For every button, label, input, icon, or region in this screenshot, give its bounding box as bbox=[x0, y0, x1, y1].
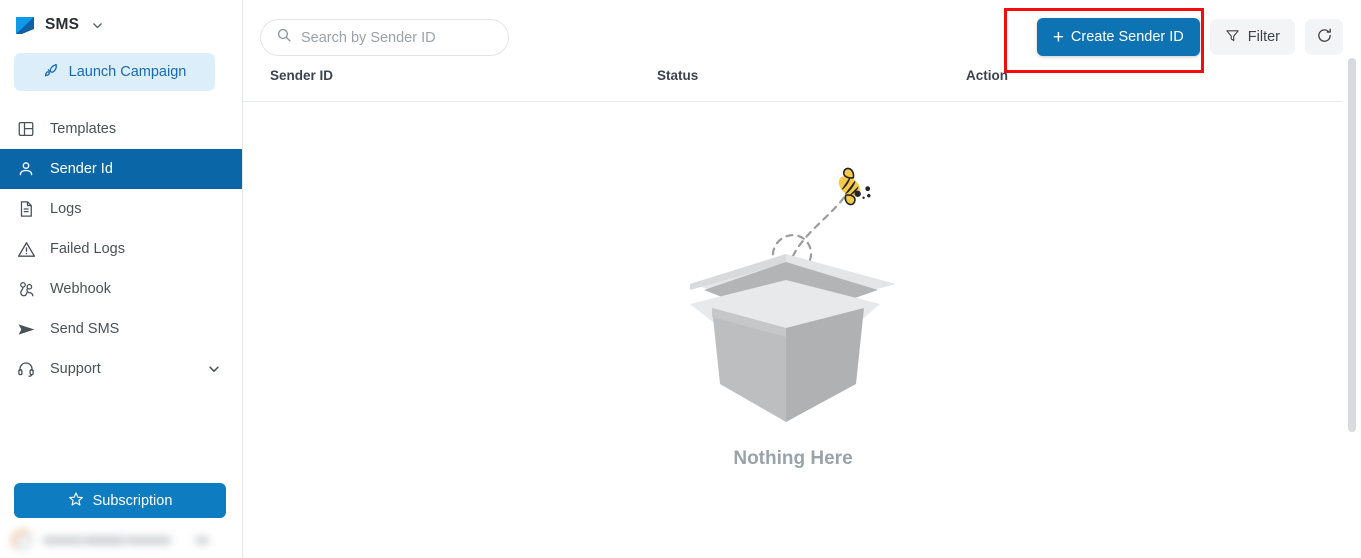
toolbar-actions: + Create Sender ID Filter bbox=[1036, 18, 1343, 56]
table-header-row: Sender ID Status Action bbox=[243, 68, 1343, 102]
sidebar-item-logs[interactable]: Logs bbox=[0, 189, 242, 229]
sidebar-item-send-sms[interactable]: Send SMS bbox=[0, 309, 242, 349]
chevron-down-icon[interactable] bbox=[91, 19, 104, 32]
alert-triangle-icon bbox=[16, 239, 36, 259]
subscription-container: Subscription bbox=[14, 483, 226, 518]
profile-meta-redacted bbox=[195, 535, 209, 545]
filter-label: Filter bbox=[1247, 29, 1280, 45]
search-container[interactable] bbox=[260, 19, 509, 56]
sidebar-item-label: Sender Id bbox=[50, 161, 113, 177]
avatar bbox=[12, 529, 33, 551]
user-profile-row[interactable] bbox=[0, 522, 243, 558]
empty-state: Nothing Here bbox=[243, 102, 1343, 540]
star-icon bbox=[68, 491, 84, 510]
chevron-down-icon[interactable] bbox=[207, 362, 221, 376]
user-icon bbox=[16, 159, 36, 179]
sms-console-window: SMS Launch Campaign Templates Sender Id … bbox=[0, 0, 1361, 558]
column-header-status: Status bbox=[657, 68, 699, 83]
launch-campaign-button[interactable]: Launch Campaign bbox=[14, 53, 215, 91]
launch-campaign-label: Launch Campaign bbox=[68, 64, 187, 80]
column-header-action: Action bbox=[966, 68, 1008, 83]
send-icon bbox=[16, 319, 36, 339]
launch-campaign-container: Launch Campaign bbox=[0, 53, 242, 91]
main-content: + Create Sender ID Filter bbox=[243, 0, 1361, 558]
sidebar-item-label: Logs bbox=[50, 201, 82, 217]
subscription-label: Subscription bbox=[92, 492, 173, 509]
column-header-sender-id: Sender ID bbox=[270, 68, 334, 83]
sidebar-item-webhook[interactable]: Webhook bbox=[0, 269, 242, 309]
headset-icon bbox=[16, 359, 36, 379]
create-sender-id-label: Create Sender ID bbox=[1070, 29, 1184, 45]
toolbar: + Create Sender ID Filter bbox=[243, 0, 1361, 68]
layout-template-icon bbox=[16, 119, 36, 139]
sidebar-item-sender-id[interactable]: Sender Id bbox=[0, 149, 242, 189]
rocket-icon bbox=[43, 62, 60, 82]
webhook-icon bbox=[16, 279, 36, 299]
refresh-button[interactable] bbox=[1305, 19, 1343, 55]
sidebar: SMS Launch Campaign Templates Sender Id … bbox=[0, 0, 243, 558]
profile-name-redacted bbox=[43, 535, 171, 545]
vertical-scrollbar-thumb[interactable] bbox=[1348, 58, 1356, 432]
sidebar-item-label: Templates bbox=[50, 121, 117, 137]
sidebar-item-templates[interactable]: Templates bbox=[0, 109, 242, 149]
search-icon bbox=[276, 27, 292, 48]
sidebar-nav: Templates Sender Id Logs Failed Logs Web… bbox=[0, 109, 242, 389]
filter-button[interactable]: Filter bbox=[1209, 19, 1295, 55]
create-sender-id-button[interactable]: + Create Sender ID bbox=[1036, 18, 1200, 56]
subscription-button[interactable]: Subscription bbox=[14, 483, 226, 518]
sidebar-item-support[interactable]: Support bbox=[0, 349, 242, 389]
sidebar-item-label: Failed Logs bbox=[50, 241, 125, 257]
empty-state-message: Nothing Here bbox=[733, 448, 853, 469]
empty-box-with-bee-illustration bbox=[690, 167, 896, 422]
plus-icon: + bbox=[1052, 26, 1064, 48]
brand-header[interactable]: SMS bbox=[0, 0, 242, 50]
search-input[interactable] bbox=[301, 29, 486, 46]
refresh-icon bbox=[1316, 27, 1333, 47]
speech-bubble-icon bbox=[14, 14, 36, 36]
sidebar-item-label: Support bbox=[50, 361, 101, 377]
sidebar-item-label: Webhook bbox=[50, 281, 111, 297]
file-text-icon bbox=[16, 199, 36, 219]
sidebar-item-failed-logs[interactable]: Failed Logs bbox=[0, 229, 242, 269]
sidebar-item-label: Send SMS bbox=[50, 321, 120, 337]
funnel-icon bbox=[1225, 28, 1240, 47]
brand-title: SMS bbox=[45, 16, 80, 33]
